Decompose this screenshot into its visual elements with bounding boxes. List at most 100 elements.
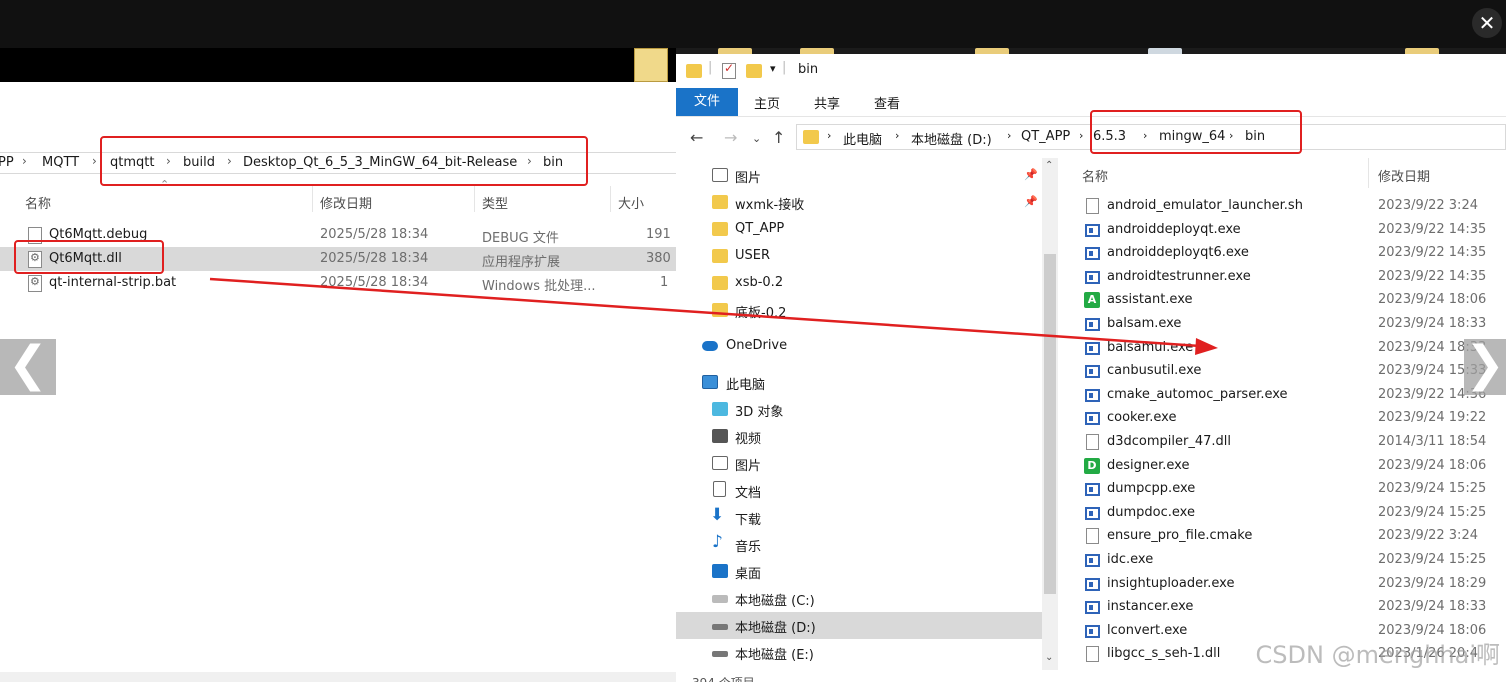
pictures-icon [712,168,728,182]
nav-label: 本地磁盘 (D:) [735,621,816,636]
tab-share[interactable]: 共享 [814,93,840,112]
file-row[interactable]: d3dcompiler_47.dll 2014/3/11 18:54 [1076,431,1506,455]
file-row[interactable]: dumpcpp.exe 2023/9/24 15:25 [1076,478,1506,502]
file-name: insightuploader.exe [1107,575,1235,591]
breadcrumb-item[interactable]: MQTT [42,155,79,170]
nav-item-desktop[interactable]: 桌面 [676,558,1042,585]
close-icon[interactable]: ✕ [1472,8,1502,38]
file-row[interactable]: cooker.exe 2023/9/24 19:22 [1076,407,1506,431]
nav-item-3d[interactable]: 3D 对象 [676,396,1042,423]
nav-item-folder[interactable]: wxmk-接收 📌 [676,189,1042,216]
file-row[interactable]: Aassistant.exe 2023/9/24 18:06 [1076,289,1506,313]
pin-icon: 📌 [1024,168,1038,181]
breadcrumb-item[interactable]: 本地磁盘 (D:) [911,129,992,148]
scroll-up-icon[interactable]: ⌃ [1045,160,1053,171]
tab-home[interactable]: 主页 [754,93,780,112]
file-row[interactable]: canbusutil.exe 2023/9/24 15:33 [1076,360,1506,384]
file-row[interactable]: insightuploader.exe 2023/9/24 18:29 [1076,573,1506,597]
next-arrow[interactable]: ❯ [1464,339,1506,395]
file-name: balsam.exe [1107,316,1182,331]
file-row[interactable]: androiddeployqt.exe 2023/9/22 14:35 [1076,219,1506,243]
nav-label: xsb-0.2 [735,275,784,290]
file-size: 1 [660,275,669,290]
file-date: 2025/5/28 18:34 [320,251,429,266]
scrollbar-thumb[interactable] [1044,254,1056,594]
file-row[interactable]: Ddesigner.exe 2023/9/24 18:06 [1076,455,1506,479]
nav-label: 桌面 [735,567,762,582]
nav-item-downloads[interactable]: ⬇ 下载 [676,504,1042,531]
file-row[interactable]: qt-internal-strip.bat 2025/5/28 18:34 Wi… [0,271,676,295]
properties-icon[interactable]: ✓ [722,61,736,79]
file-row[interactable]: cmake_automoc_parser.exe 2023/9/22 14:36 [1076,384,1506,408]
column-divider[interactable] [474,186,475,212]
column-divider[interactable] [610,186,611,212]
column-header-name[interactable]: 名称 [25,193,51,212]
nav-item-pictures[interactable]: 图片 📌 [676,162,1042,189]
nav-item-pictures[interactable]: 图片 [676,450,1042,477]
file-row[interactable]: balsamui.exe 2023/9/24 18:33 [1076,337,1506,361]
exe-icon [1085,270,1100,284]
nav-item-folder[interactable]: xsb-0.2 [676,270,1042,297]
breadcrumb-item[interactable]: 此电脑 [843,129,882,148]
file-row[interactable]: dumpdoc.exe 2023/9/24 15:25 [1076,502,1506,526]
chevron-down-icon[interactable]: ⌄ [752,132,761,145]
exe-icon [1085,506,1100,520]
window-title: bin [798,62,819,77]
nav-item-music[interactable]: ♪ 音乐 [676,531,1042,558]
file-row[interactable]: idc.exe 2023/9/24 15:25 [1076,549,1506,573]
up-arrow-icon[interactable]: ↑ [772,128,785,147]
previous-arrow[interactable]: ❮ [0,339,56,395]
folder-icon [686,64,702,78]
file-row[interactable]: androiddeployqt6.exe 2023/9/22 14:35 [1076,242,1506,266]
column-divider[interactable] [312,186,313,212]
scroll-down-icon[interactable]: ⌄ [1045,652,1053,663]
nav-item-onedrive[interactable]: OneDrive [676,333,1042,360]
nav-item-drive-c[interactable]: 本地磁盘 (C:) [676,585,1042,612]
column-header-date[interactable]: 修改日期 [1378,166,1430,185]
scrollbar[interactable] [0,672,676,682]
forward-arrow-icon[interactable]: → [724,128,737,147]
column-header-size[interactable]: 大小 [618,193,644,212]
nav-item-folder[interactable]: USER [676,243,1042,270]
folder-icon [712,222,728,236]
nav-item-this-pc[interactable]: 此电脑 [676,369,1042,396]
column-header-date[interactable]: 修改日期 [320,193,372,212]
nav-item-documents[interactable]: 文档 [676,477,1042,504]
column-divider[interactable] [1368,158,1369,188]
tab-view[interactable]: 查看 [874,93,900,112]
file-row[interactable]: instancer.exe 2023/9/24 18:33 [1076,596,1506,620]
nav-item-folder[interactable]: QT_APP [676,216,1042,243]
download-icon: ⬇ [710,505,725,525]
exe-icon [1085,365,1100,379]
breadcrumb-item[interactable]: QT_APP [1021,129,1070,144]
pin-icon: 📌 [1024,195,1038,208]
exe-icon [1085,247,1100,261]
file-type: DEBUG 文件 [482,231,559,246]
file-row[interactable]: androidtestrunner.exe 2023/9/22 14:35 [1076,266,1506,290]
file-date: 2023/9/22 3:24 [1378,528,1478,544]
nav-item-folder[interactable]: 底板-0.2 [676,297,1042,324]
file-date: 2023/9/22 3:24 [1378,198,1478,213]
document-icon [713,481,726,497]
tab-file[interactable]: 文件 [676,88,738,116]
nav-item-videos[interactable]: 视频 [676,423,1042,450]
highlight-box [100,136,588,186]
column-header-type[interactable]: 类型 [482,193,508,212]
file-list: android_emulator_launcher.sh 2023/9/22 3:… [1076,195,1506,675]
file-size: 191 [646,227,671,242]
file-row[interactable]: balsam.exe 2023/9/24 18:33 [1076,313,1506,337]
exe-icon [1085,483,1100,497]
nav-item-drive-d[interactable]: 本地磁盘 (D:) [676,612,1042,639]
nav-item-drive-e[interactable]: 本地磁盘 (E:) [676,639,1042,666]
file-row[interactable]: ensure_pro_file.cmake 2023/9/22 3:24 [1076,525,1506,549]
back-arrow-icon[interactable]: ← [690,128,703,147]
new-folder-icon[interactable] [746,64,762,78]
file-date: 2023/9/24 18:33 [1378,599,1487,615]
status-item-count: 394 个项目 [692,674,755,682]
file-row[interactable]: android_emulator_launcher.sh 2023/9/22 3:… [1076,195,1506,219]
chevron-down-icon[interactable]: ▾ [770,62,776,75]
right-explorer-window: | ✓ ▾ | bin 文件 主页 共享 查看 ← → ⌄ ↑ › 此电脑 › … [676,54,1506,682]
breadcrumb-item[interactable]: PP [0,155,14,170]
file-name: androidtestrunner.exe [1107,268,1251,284]
column-header-name[interactable]: 名称 [1082,166,1108,185]
